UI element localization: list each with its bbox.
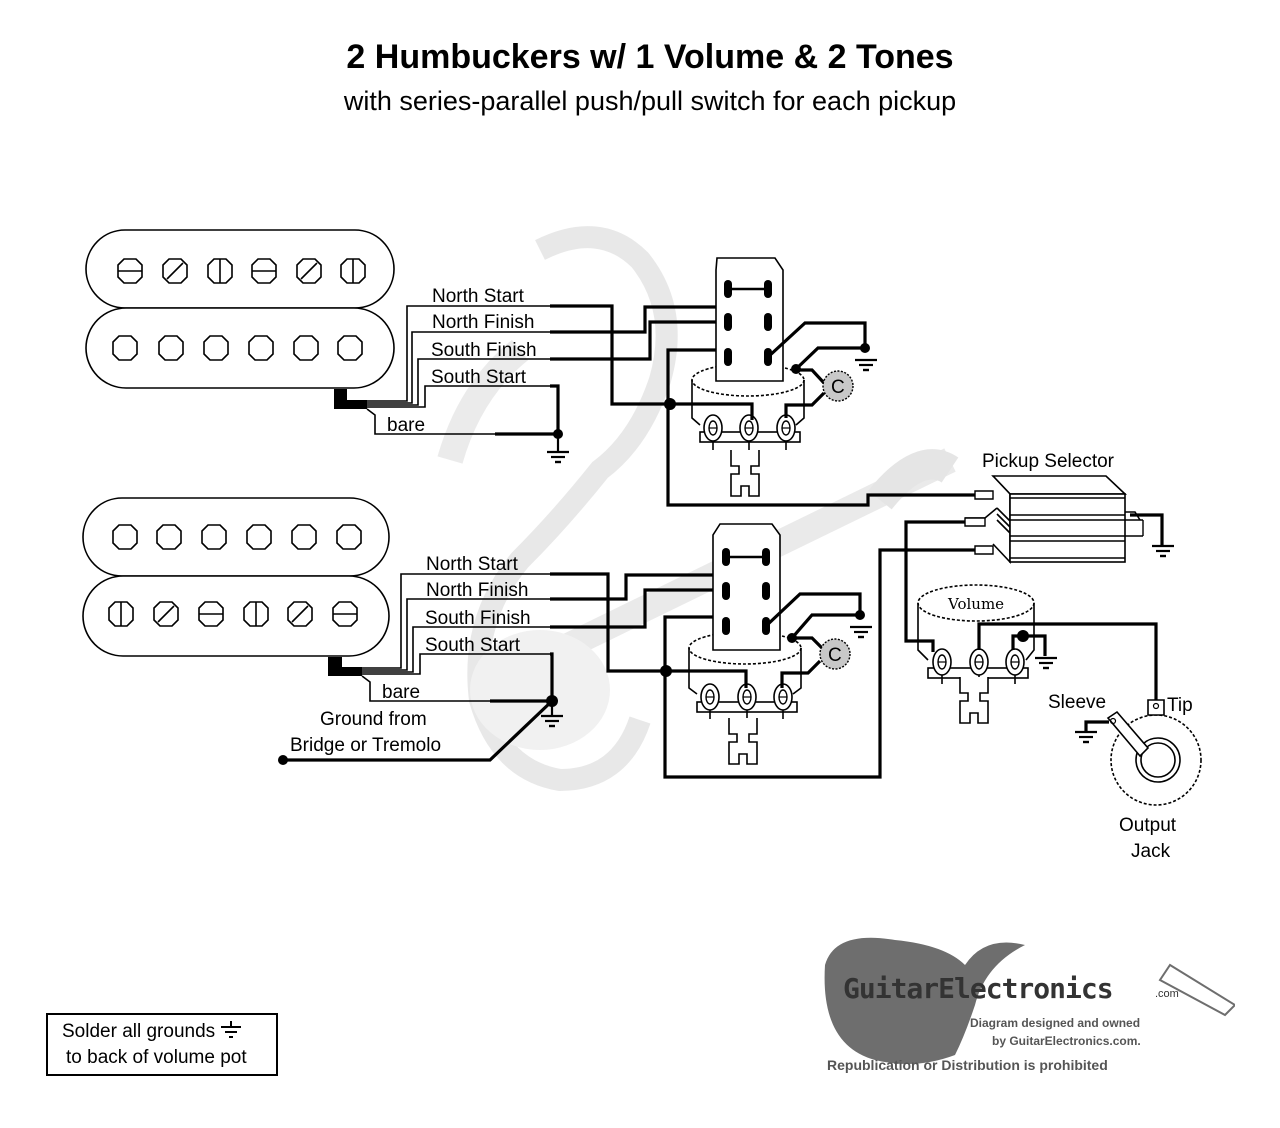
pole-screw-horizontal-slot [332,601,358,627]
capacitor-label: C [828,645,842,666]
output-jack-label: Jack [1131,841,1171,862]
brand-name: GuitarElectronics [843,972,1113,1005]
output-jack-label: Output [1119,815,1177,836]
ground-icon [545,450,571,464]
pole-slug [293,335,319,361]
bridge-wire-label: South Start [425,635,521,656]
bridge-ground-terminal [278,755,288,765]
pot-lug [700,683,720,720]
pole-screw-diagonal-slot [153,601,179,627]
ground-icon [1150,544,1176,558]
pole-slug [203,335,229,361]
note-line-1: Solder all grounds [62,1021,216,1042]
pole-slug [336,524,362,550]
brand-suffix: .com [1155,988,1179,1000]
pole-screw-diagonal-slot [287,601,313,627]
selector-terminal [974,545,994,555]
pole-slug [337,335,363,361]
ground-icon [853,358,879,372]
pole-screw-vertical-slot [207,258,233,284]
ground-icon [221,1021,242,1038]
copyright-notice: Republication or Distribution is prohibi… [827,1057,1108,1073]
pole-slug [246,524,272,550]
volume-label: Volume [947,595,1004,613]
ground-note: Solder all grounds to back of volume pot [46,1013,278,1076]
pot-lug [739,414,759,451]
neck-wire-label: South Start [431,367,527,388]
pot-lug [776,414,796,451]
neck-wire-label: South Finish [431,340,537,361]
neck-bare-label: bare [387,415,425,436]
neck-wire-label: North Finish [432,312,534,333]
pot-lug [703,414,723,451]
neck-tone-pot-push-pull: C [668,257,879,497]
pole-screw-vertical-slot [340,258,366,284]
bridge-tone-pot-push-pull: C [665,523,874,765]
solder-joint [1017,630,1029,642]
pole-slug [248,335,274,361]
bridge-wire-label: North Finish [426,580,528,601]
pot-shaft [730,449,760,497]
note-line-2: to back of volume pot [66,1047,247,1068]
bridge-ground-label: Ground from [320,709,427,730]
pole-screw-diagonal-slot [162,258,188,284]
neck-cable-exit [334,389,367,409]
pot-lug [737,683,757,720]
ground-icon [848,625,874,639]
pole-screw-horizontal-slot [117,258,143,284]
solder-joint [860,343,870,353]
volume-pot: Volume [917,584,1158,724]
pole-slug [291,524,317,550]
selector-terminal [974,490,994,500]
tip-terminal [1147,699,1165,716]
pole-slug [112,524,138,550]
bridge-wire-label: North Start [426,554,519,575]
pole-screw-vertical-slot [108,601,134,627]
credit-line-1: Diagram designed and owned [970,1016,1140,1030]
bridge-wire-label: South Finish [425,608,531,629]
guitarelectronics-logo: GuitarElectronics .com Diagram designed … [815,925,1237,1085]
ground-icon [1073,730,1099,744]
selector-terminal [964,517,986,527]
bridge-bare-label: bare [382,682,420,703]
pole-screw-vertical-slot [243,601,269,627]
neck-wire-label: North Start [432,286,525,307]
tip-label: Tip [1167,695,1193,716]
pole-slug [201,524,227,550]
pot-lug [773,683,793,720]
pole-screw-horizontal-slot [251,258,277,284]
pickup-selector-label: Pickup Selector [982,451,1115,472]
pole-slug [156,524,182,550]
credit-line-2: by GuitarElectronics.com. [992,1034,1141,1048]
pole-screw-diagonal-slot [296,258,322,284]
pot-shaft [728,717,758,765]
bridge-cable-exit [328,657,362,676]
pole-slug [112,335,138,361]
solder-joint [855,610,865,620]
bridge-ground-label: Bridge or Tremolo [290,735,441,756]
ground-icon [1033,656,1059,670]
pot-shaft [959,676,989,724]
pole-slug [158,335,184,361]
sleeve-label: Sleeve [1048,692,1106,713]
capacitor-label: C [831,377,845,398]
pole-screw-horizontal-slot [198,601,224,627]
